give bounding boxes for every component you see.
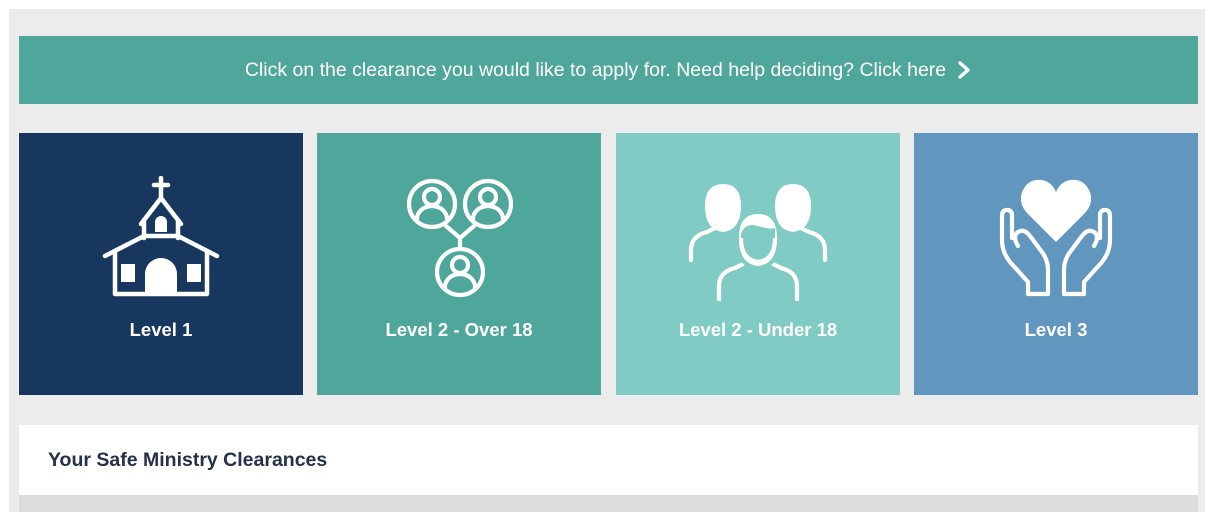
banner-text: Click on the clearance you would like to… [244,58,947,81]
group-people-icon [688,183,828,301]
tile-label: Level 2 - Under 18 [678,319,838,340]
chevron-right-icon [956,61,972,79]
tile-level-1[interactable]: Level 1 [19,133,303,395]
tile-level-3[interactable]: Level 3 [914,133,1198,395]
clearances-panel: Your Safe Ministry Clearances [19,425,1198,495]
tile-label: Level 2 - Over 18 [385,319,533,340]
hands-heart-icon [999,179,1113,296]
panel-title: Your Safe Ministry Clearances [48,449,328,471]
tile-label: Level 1 [129,319,193,340]
church-icon [102,175,220,296]
clearances-table-header [19,495,1198,512]
tile-level-2-over-18[interactable]: Level 2 - Over 18 [317,133,601,395]
help-deciding-banner[interactable]: Click on the clearance you would like to… [19,36,1198,104]
tile-level-2-under-18[interactable]: Level 2 - Under 18 [616,133,900,395]
connected-users-icon [406,178,514,297]
clearance-options: Level 1 Level 2 - Over 18 Level 2 - Unde… [19,133,1198,395]
tile-label: Level 3 [1024,319,1088,340]
